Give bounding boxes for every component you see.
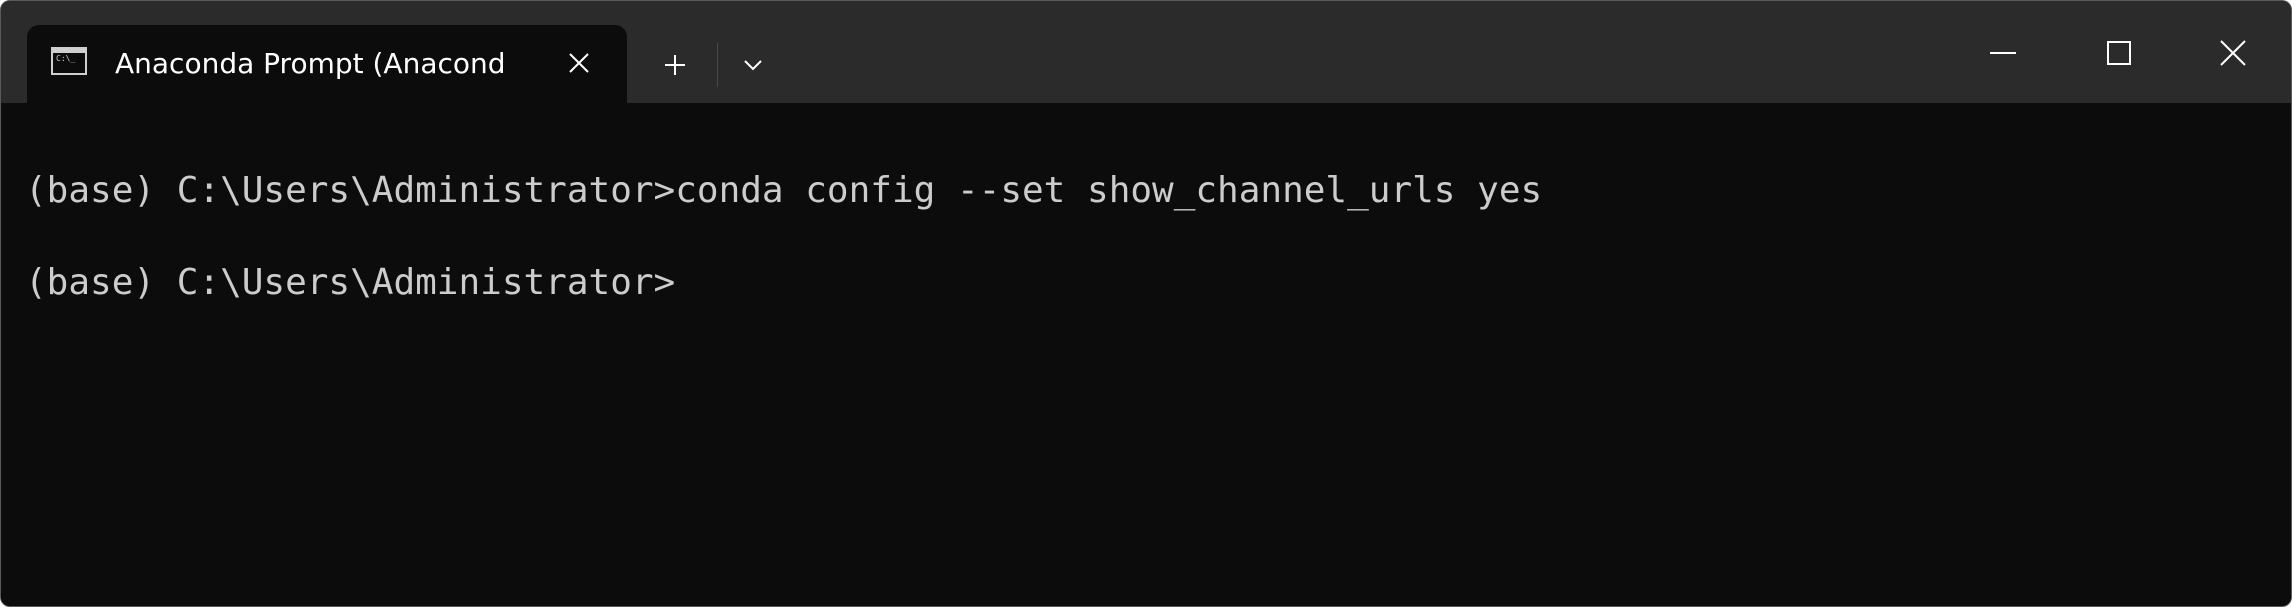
- maximize-button[interactable]: [2063, 1, 2175, 105]
- minimize-icon: [1990, 52, 2016, 54]
- minimize-button[interactable]: [1947, 1, 2059, 105]
- tab-dropdown-button[interactable]: [729, 41, 777, 89]
- tab-separator: [717, 43, 718, 87]
- new-tab-button[interactable]: [651, 41, 699, 89]
- plus-icon: [665, 55, 685, 75]
- close-icon: [2220, 40, 2246, 66]
- maximize-icon: [2107, 41, 2131, 65]
- terminal-line: (base) C:\Users\Administrator>conda conf…: [25, 170, 1543, 211]
- window-close-button[interactable]: [2177, 1, 2289, 105]
- title-bar[interactable]: Anaconda Prompt (Anacond: [1, 1, 2291, 103]
- tab-title: Anaconda Prompt (Anacond: [115, 47, 506, 80]
- close-icon: [569, 53, 589, 73]
- terminal-prompt-line: (base) C:\Users\Administrator>: [25, 262, 676, 303]
- chevron-down-icon: [744, 60, 762, 71]
- console-icon: [51, 47, 87, 75]
- tab-anaconda-prompt[interactable]: Anaconda Prompt (Anacond: [27, 25, 627, 103]
- terminal-output[interactable]: (base) C:\Users\Administrator>conda conf…: [1, 103, 2291, 606]
- terminal-window: Anaconda Prompt (Anacond: [0, 0, 2292, 607]
- tab-close-button[interactable]: [557, 41, 601, 85]
